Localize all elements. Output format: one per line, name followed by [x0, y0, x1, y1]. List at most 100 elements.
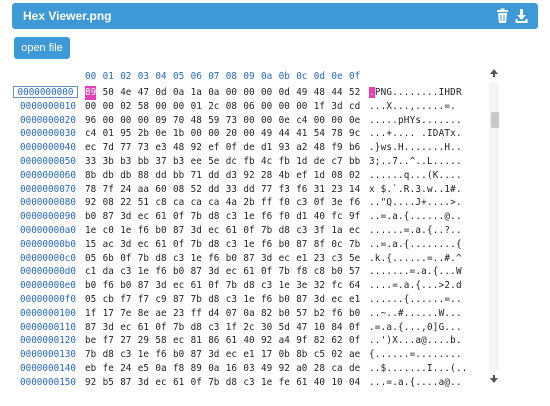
hex-byte[interactable]: 23 [173, 307, 184, 321]
hex-byte[interactable]: 8b [296, 348, 307, 362]
hex-byte[interactable]: 04 [349, 376, 360, 390]
hex-byte[interactable]: 00 [243, 127, 254, 141]
hex-byte[interactable]: ae [155, 307, 166, 321]
hex-byte[interactable]: 0d [155, 86, 166, 100]
hex-byte[interactable]: ec [155, 376, 166, 390]
hex-byte[interactable]: c5 [314, 348, 325, 362]
hex-byte[interactable]: dc [226, 155, 237, 169]
row-address[interactable]: 0000000020 [12, 114, 76, 128]
hex-byte[interactable]: f8 [296, 265, 307, 279]
hex-byte[interactable]: 0e [349, 114, 360, 128]
hex-byte[interactable]: b3 [173, 155, 184, 169]
hex-byte[interactable]: d1 [296, 210, 307, 224]
ascii-text[interactable]: .PNG........IHDR [369, 86, 462, 100]
hex-byte[interactable]: 54 [314, 127, 325, 141]
hex-byte[interactable]: 60 [155, 183, 166, 197]
row-address[interactable]: 00000000e0 [12, 279, 76, 293]
hex-byte[interactable]: 87 [191, 348, 202, 362]
hex-byte[interactable]: 4c [261, 155, 272, 169]
ascii-text[interactable]: ...=.a.{....a@.. [369, 376, 462, 390]
hex-byte[interactable]: 52 [191, 183, 202, 197]
hex-byte[interactable]: ca [208, 196, 219, 210]
hex-byte[interactable]: eb [85, 362, 96, 376]
hex-byte[interactable]: 00 [155, 100, 166, 114]
ascii-text[interactable]: ...+.... .IDATx. [369, 127, 462, 141]
hex-byte[interactable]: d8 [103, 348, 114, 362]
hex-byte[interactable]: 1e [243, 293, 254, 307]
hex-byte[interactable]: 00 [261, 100, 272, 114]
hex-byte[interactable]: fe [279, 376, 290, 390]
hex-byte[interactable]: 61 [226, 224, 237, 238]
hex-byte[interactable]: f6 [261, 238, 272, 252]
hex-byte[interactable]: 1e [261, 376, 272, 390]
hex-byte[interactable]: 7d [103, 141, 114, 155]
hex-byte[interactable]: 5e [349, 252, 360, 266]
ascii-text[interactable]: ......=.a.{..?.. [369, 224, 462, 238]
ascii-text[interactable]: ......q...(K.... [369, 169, 462, 183]
hex-byte[interactable]: e1 [296, 252, 307, 266]
hex-byte[interactable]: ec [349, 224, 360, 238]
row-address[interactable]: 0000000080 [12, 196, 76, 210]
hex-byte[interactable]: f6 [155, 348, 166, 362]
hex-byte[interactable]: 7b [138, 252, 149, 266]
hex-byte[interactable]: 1b [173, 127, 184, 141]
hex-byte[interactable]: 00 [103, 100, 114, 114]
hex-byte[interactable]: ac [103, 238, 114, 252]
hex-byte[interactable]: ec [208, 224, 219, 238]
hex-byte[interactable]: dd [208, 169, 219, 183]
hex-byte[interactable]: 87 [191, 265, 202, 279]
row-address[interactable]: 0000000030 [12, 127, 76, 141]
ascii-text[interactable]: .......=.a.{...W [369, 265, 462, 279]
hex-byte[interactable]: f7 [120, 293, 131, 307]
hex-byte[interactable]: f6 [261, 293, 272, 307]
hex-byte[interactable]: de [314, 155, 325, 169]
hex-byte[interactable]: b5 [103, 376, 114, 390]
hex-byte[interactable]: 08 [331, 169, 342, 183]
hex-byte[interactable]: f3 [279, 183, 290, 197]
hex-byte[interactable]: b0 [85, 210, 96, 224]
hex-byte[interactable]: c3 [243, 376, 254, 390]
hex-byte[interactable]: 48 [314, 141, 325, 155]
hex-byte[interactable]: 33 [226, 183, 237, 197]
hex-byte[interactable]: b0 [279, 293, 290, 307]
hex-byte[interactable]: f8 [173, 362, 184, 376]
hex-byte[interactable]: bb [173, 169, 184, 183]
hex-byte[interactable]: ec [173, 334, 184, 348]
hex-byte[interactable]: 16 [226, 362, 237, 376]
hex-byte[interactable]: ec [331, 293, 342, 307]
hex-byte[interactable]: 24 [120, 362, 131, 376]
hex-byte[interactable]: 3d [191, 224, 202, 238]
hex-byte[interactable]: 61 [226, 334, 237, 348]
hex-byte[interactable]: 00 [279, 100, 290, 114]
hex-byte[interactable]: f6 [349, 196, 360, 210]
hex-byte[interactable]: 1e [243, 210, 254, 224]
hex-byte[interactable]: c8 [314, 265, 325, 279]
hex-byte[interactable]: 02 [331, 348, 342, 362]
hex-byte[interactable]: 61 [138, 321, 149, 335]
row-address[interactable]: 0000000130 [12, 348, 76, 362]
hex-byte[interactable]: 7b [173, 321, 184, 335]
hex-byte[interactable]: 00 [243, 86, 254, 100]
row-address[interactable]: 00000000b0 [12, 238, 76, 252]
hex-byte[interactable]: 71 [191, 169, 202, 183]
hex-byte[interactable]: 1e [279, 279, 290, 293]
ascii-text[interactable]: .}ws.H.......H.. [369, 141, 462, 155]
hex-byte[interactable]: 1a [331, 224, 342, 238]
hex-byte[interactable]: 0d [279, 86, 290, 100]
hex-byte[interactable]: 61 [155, 238, 166, 252]
hex-byte[interactable]: 7b [279, 265, 290, 279]
hex-byte[interactable]: cd [349, 100, 360, 114]
hex-byte[interactable]: 58 [138, 100, 149, 114]
ascii-text[interactable]: ......{......=.. [369, 293, 462, 307]
row-address[interactable]: 00000000d0 [12, 265, 76, 279]
hex-byte[interactable]: 32 [314, 279, 325, 293]
hex-byte[interactable]: 1f [226, 321, 237, 335]
hex-byte[interactable]: 10 [314, 321, 325, 335]
ascii-text[interactable]: 3;..7..^..L..... [369, 155, 462, 169]
ascii-text[interactable]: .."Q....J+....>. [369, 196, 462, 210]
hex-byte[interactable]: ae [349, 348, 360, 362]
hex-byte[interactable]: 3d [155, 279, 166, 293]
hex-byte[interactable]: 33 [85, 155, 96, 169]
hex-byte[interactable]: 92 [85, 376, 96, 390]
hex-byte[interactable]: 87 [173, 293, 184, 307]
